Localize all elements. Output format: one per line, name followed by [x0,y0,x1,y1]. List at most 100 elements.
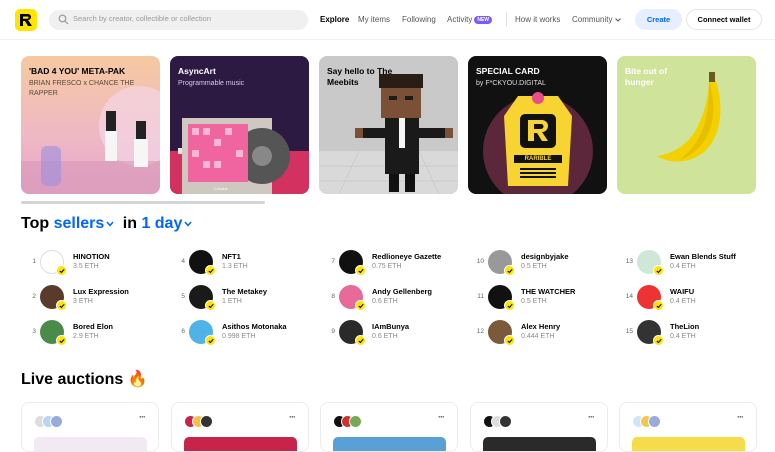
featured-title: Say hello to The Meebits [327,66,393,87]
auction-card[interactable]: ··· [320,402,458,452]
featured-card-meta-pak[interactable]: 'BAD 4 YOU' META-PAK BRIAN FRESCO x CHAN… [21,56,160,194]
auction-avatars [483,415,523,429]
auction-avatars [333,415,373,429]
nav-following[interactable]: Following [402,15,436,24]
more-options-icon[interactable]: ··· [139,412,146,422]
more-options-icon[interactable]: ··· [737,412,744,422]
auction-image[interactable] [333,437,446,451]
nav-how-it-works[interactable]: How it works [515,15,560,24]
verified-check-icon [653,300,664,311]
seller-name: NFT1 [222,252,241,261]
seller-item[interactable]: 4 NFT1 1.3 ETH [175,250,315,276]
sellers-dropdown-label: sellers [53,215,105,232]
featured-subtitle: by F*CKYOU.DIGITAL [476,80,546,87]
seller-name: TheLion [670,322,700,331]
verified-check-icon [504,335,515,346]
seller-item[interactable]: 1 HINOTION 3.5 ETH [26,250,166,276]
verified-check-icon [355,300,366,311]
seller-item[interactable]: 10 designbyjake 0.5 ETH [474,250,614,276]
avatar[interactable] [648,415,661,428]
verified-check-icon [653,265,664,276]
rarible-logo[interactable] [15,9,37,31]
verified-check-icon [504,265,515,276]
auction-image[interactable] [632,437,745,451]
chevron-down-icon [106,221,114,227]
seller-name: designbyjake [521,252,569,261]
avatar[interactable] [349,415,362,428]
seller-rank: 11 [477,293,484,300]
seller-name: HINOTION [73,252,110,261]
auction-image[interactable] [34,437,147,451]
seller-item[interactable]: 5 The Metakey 1 ETH [175,285,315,311]
auction-avatars [632,415,672,429]
auction-card[interactable]: ··· [619,402,757,452]
verified-check-icon [205,335,216,346]
seller-rank: 3 [32,328,36,335]
seller-name: Andy Gellenberg [372,287,433,296]
search-placeholder: Search by creator, collectible or collec… [73,14,211,23]
more-options-icon[interactable]: ··· [289,412,296,422]
auction-image[interactable] [184,437,297,451]
search-icon [58,14,69,25]
seller-item[interactable]: 7 Redlioneye Gazette 0.75 ETH [325,250,465,276]
auction-card[interactable]: ··· [171,402,309,452]
avatar[interactable] [499,415,512,428]
create-button[interactable]: Create [635,9,682,30]
seller-volume: 3.5 ETH [73,263,99,270]
carousel-scrollbar[interactable] [21,201,265,204]
seller-item[interactable]: 6 Asithos Motonaka 0.998 ETH [175,320,315,346]
featured-subtitle: Programmable music [178,80,245,87]
auction-card[interactable]: ··· [21,402,159,452]
verified-check-icon [653,335,664,346]
nav-activity[interactable]: Activity NEW [447,15,493,24]
featured-card-banana[interactable]: Bite out of hunger [617,56,756,194]
seller-item[interactable]: 12 Alex Henry 0.444 ETH [474,320,614,346]
featured-card-asyncart[interactable]: AsyncArt Programmable music Circular [170,56,309,194]
nav-explore[interactable]: Explore [320,15,349,24]
seller-volume: 0.75 ETH [372,263,402,270]
seller-name: IAmBunya [372,322,410,331]
heading-prefix: Top [21,215,50,232]
seller-item[interactable]: 8 Andy Gellenberg 0.6 ETH [325,285,465,311]
heading-in: in [122,215,137,232]
seller-volume: 1.3 ETH [222,263,248,270]
seller-item[interactable]: 3 Bored Elon 2.9 ETH [26,320,166,346]
seller-volume: 0.4 ETH [670,263,696,270]
verified-check-icon [504,300,515,311]
nav-community[interactable]: Community [572,15,621,24]
connect-wallet-button[interactable]: Connect wallet [686,9,762,30]
search-input[interactable]: Search by creator, collectible or collec… [49,10,308,30]
seller-volume: 0.998 ETH [222,333,256,340]
nav-my-items[interactable]: My items [358,15,390,24]
featured-card-meebits[interactable]: Say hello to The Meebits [319,56,458,194]
avatar[interactable] [200,415,213,428]
avatar[interactable] [50,415,63,428]
auction-card[interactable]: ··· [470,402,608,452]
period-dropdown[interactable]: 1 day [141,215,192,232]
sellers-dropdown[interactable]: sellers [54,215,115,232]
seller-item[interactable]: 11 THE WATCHER 0.5 ETH [474,285,614,311]
seller-item[interactable]: 9 IAmBunya 0.6 ETH [325,320,465,346]
seller-name: Redlioneye Gazette [372,252,442,261]
verified-check-icon [56,300,67,311]
seller-volume: 0.6 ETH [372,333,398,340]
seller-item[interactable]: 14 WAIFU 0.4 ETH [623,285,763,311]
more-options-icon[interactable]: ··· [438,412,445,422]
seller-item[interactable]: 13 Ewan Blends Stuff 0.4 ETH [623,250,763,276]
chevron-down-icon [614,18,621,22]
seller-name: THE WATCHER [521,287,576,296]
period-dropdown-label: 1 day [141,215,183,232]
featured-card-special-card[interactable]: SPECIAL CARD by F*CKYOU.DIGITAL RARIBLE [468,56,607,194]
nav-activity-label: Activity [447,15,473,24]
auction-image[interactable] [483,437,596,451]
featured-title: Bite out of hunger [625,66,668,87]
seller-volume: 0.444 ETH [521,333,555,340]
seller-item[interactable]: 2 Lux Expression 3 ETH [26,285,166,311]
seller-name: Ewan Blends Stuff [670,252,736,261]
seller-rank: 15 [625,328,633,335]
seller-item[interactable]: 15 TheLion 0.4 ETH [623,320,763,346]
verified-check-icon [205,300,216,311]
more-options-icon[interactable]: ··· [588,412,595,422]
seller-rank: 13 [625,258,633,265]
top-sellers-heading: Top sellers in 1 day [21,215,192,233]
